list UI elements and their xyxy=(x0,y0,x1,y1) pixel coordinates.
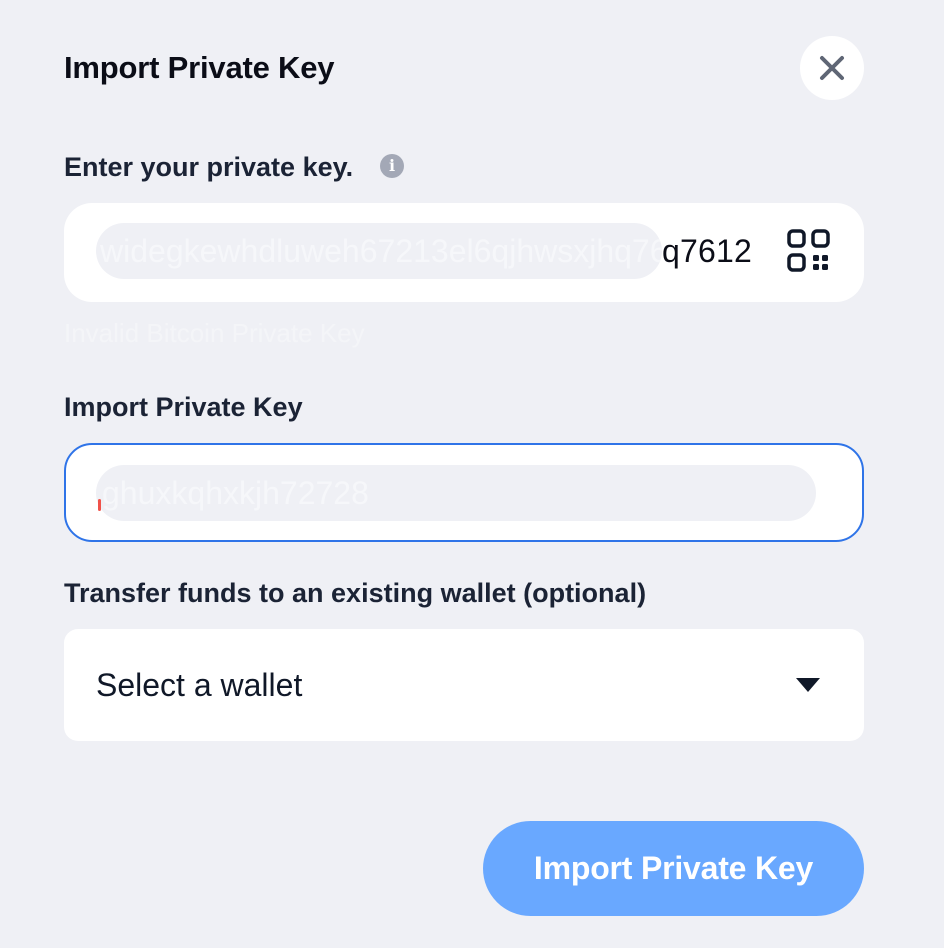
qr-scan-icon[interactable] xyxy=(786,228,832,274)
text-cursor xyxy=(98,499,101,511)
import-key-masked-value: ghuxkqhxkjh72728 xyxy=(96,465,816,521)
import-private-key-button[interactable]: Import Private Key xyxy=(483,821,864,916)
private-key-error: Invalid Bitcoin Private Key xyxy=(64,318,365,348)
import-key-label: Import Private Key xyxy=(64,392,303,422)
close-button[interactable] xyxy=(800,36,864,100)
info-icon[interactable]: i xyxy=(380,154,404,178)
private-key-input[interactable]: q7612 widegkewhdluweh67213el6qjhwsxjhq76… xyxy=(64,203,864,302)
wallet-select[interactable]: Select a wallet xyxy=(64,629,864,741)
wallet-select-value: Select a wallet xyxy=(96,667,303,703)
import-key-input[interactable]: ghuxkqhxkjh72728 xyxy=(64,443,864,542)
private-key-visible-value: q7612 xyxy=(662,233,752,269)
info-glyph: i xyxy=(388,156,396,175)
private-key-value-wrap: q7612 widegkewhdluweh67213el6qjhwsxjhq76… xyxy=(96,223,752,281)
dialog-title: Import Private Key xyxy=(64,50,335,85)
chevron-down-icon xyxy=(796,678,820,692)
close-icon xyxy=(820,56,844,80)
private-key-masked-value: widegkewhdluweh67213el6qjhwsxjhq7612 xyxy=(96,223,662,279)
transfer-label: Transfer funds to an existing wallet (op… xyxy=(64,578,647,608)
private-key-label: Enter your private key. xyxy=(64,152,354,182)
import-private-key-dialog: Import Private Key Enter your private ke… xyxy=(0,0,944,948)
